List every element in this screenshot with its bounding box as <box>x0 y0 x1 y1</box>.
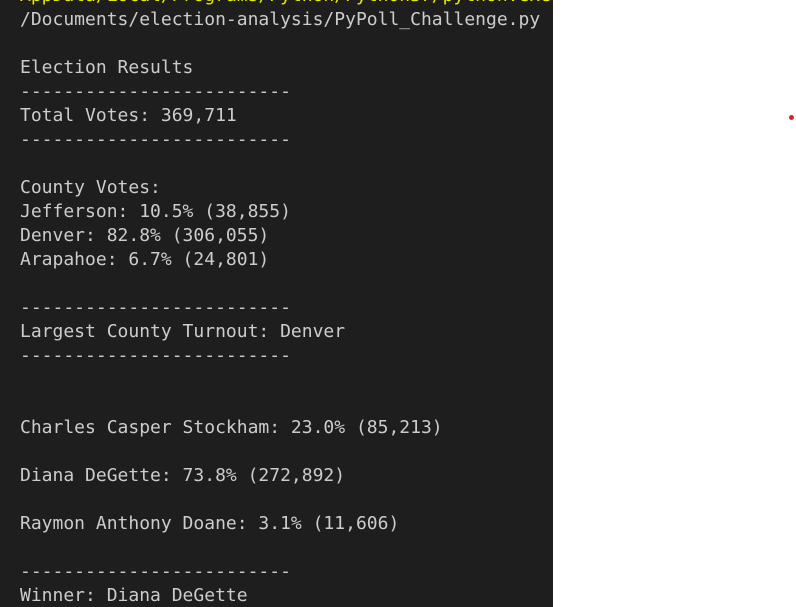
terminal-command-line: AppData/Local/Programs/Python/Python37/p… <box>20 0 551 8</box>
red-marker-dot <box>789 115 794 120</box>
terminal-path-line: /Documents/election-analysis/PyPoll_Chal… <box>20 9 541 30</box>
terminal-panel[interactable]: AppData/Local/Programs/Python/Python37/p… <box>0 0 553 607</box>
separator-line: ------------------------- <box>20 129 291 150</box>
county-votes-heading: County Votes: <box>20 177 161 198</box>
results-title: Election Results <box>20 57 194 78</box>
county-result-arapahoe: Arapahoe: 6.7% (24,801) <box>20 249 270 270</box>
county-result-jefferson: Jefferson: 10.5% (38,855) <box>20 201 291 222</box>
separator-line: ------------------------- <box>20 297 291 318</box>
winner-line: Winner: Diana DeGette <box>20 585 248 606</box>
separator-line: ------------------------- <box>20 81 291 102</box>
county-result-denver: Denver: 82.8% (306,055) <box>20 225 270 246</box>
total-votes-line: Total Votes: 369,711 <box>20 105 237 126</box>
candidate-result-stockham: Charles Casper Stockham: 23.0% (85,213) <box>20 417 443 438</box>
candidate-result-degette: Diana DeGette: 73.8% (272,892) <box>20 465 346 486</box>
largest-county-line: Largest County Turnout: Denver <box>20 321 346 342</box>
terminal-output: AppData/Local/Programs/Python/Python37/p… <box>20 0 551 607</box>
separator-line: ------------------------- <box>20 561 291 582</box>
candidate-result-doane: Raymon Anthony Doane: 3.1% (11,606) <box>20 513 400 534</box>
blank-pane <box>553 0 796 607</box>
separator-line: ------------------------- <box>20 345 291 366</box>
